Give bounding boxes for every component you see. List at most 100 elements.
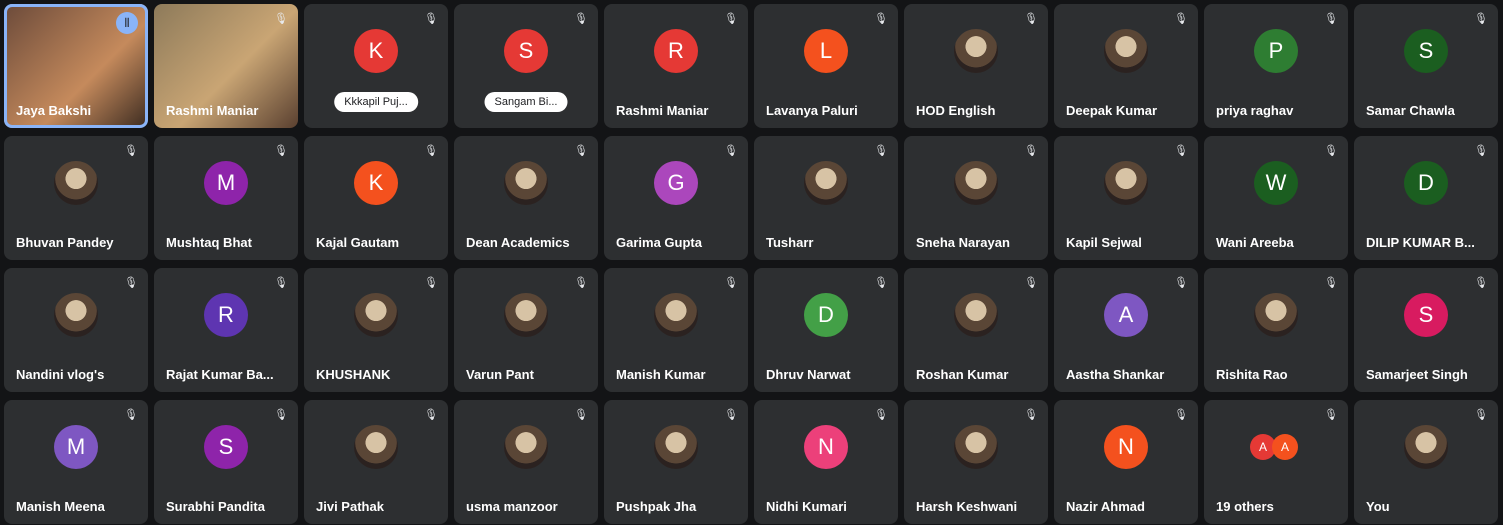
avatar <box>954 161 998 206</box>
participant-tile[interactable]: 🎙 Nandini vlog's <box>4 268 148 392</box>
participant-tile[interactable]: L 🎙 Lavanya Paluri <box>754 4 898 128</box>
participant-name: Rashmi Maniar <box>616 103 709 118</box>
participant-name: Aastha Shankar <box>1066 367 1165 382</box>
participant-tile[interactable]: 🎙 You <box>1354 400 1498 524</box>
participant-name: Varun Pant <box>466 367 534 382</box>
participant-tile[interactable]: R 🎙 Rashmi Maniar <box>604 4 748 128</box>
mic-off-icon: 🎙 <box>1174 13 1188 25</box>
participant-tile[interactable]: N 🎙 Nidhi Kumari <box>754 400 898 524</box>
avatar <box>354 425 398 470</box>
mic-off-icon: 🎙 <box>1174 145 1188 157</box>
others-avatars: AA <box>1250 434 1298 461</box>
participant-tile[interactable]: 🎙 usma manzoor <box>454 400 598 524</box>
participant-tile[interactable]: 🎙 Deepak Kumar <box>1054 4 1198 128</box>
avatar <box>1104 29 1148 74</box>
avatar: M <box>54 425 98 470</box>
participant-name: Kapil Sejwal <box>1066 235 1142 250</box>
participant-tile[interactable]: 🎙 Pushpak Jha <box>604 400 748 524</box>
mic-off-icon: 🎙 <box>124 277 138 289</box>
participant-tile[interactable]: ⦀ Jaya Bakshi <box>4 4 148 128</box>
participant-tile[interactable]: N 🎙 Nazir Ahmad <box>1054 400 1198 524</box>
mic-off-icon: 🎙 <box>1024 13 1038 25</box>
mic-off-icon: 🎙 <box>424 145 438 157</box>
participant-tile[interactable]: 🎙 Sneha Narayan <box>904 136 1048 260</box>
participant-tile[interactable]: A A 🎙 19 others <box>1204 400 1348 524</box>
mic-off-icon: 🎙 <box>874 277 888 289</box>
participant-name: Garima Gupta <box>616 235 702 250</box>
participant-name: Rashmi Maniar <box>166 103 259 118</box>
participant-name: Dean Academics <box>466 235 570 250</box>
participant-tile[interactable]: M 🎙 Mushtaq Bhat <box>154 136 298 260</box>
mic-off-icon: 🎙 <box>274 409 288 421</box>
participant-tile[interactable]: 🎙 HOD English <box>904 4 1048 128</box>
avatar: M <box>204 161 248 206</box>
mic-off-icon: 🎙 <box>424 277 438 289</box>
mic-off-icon: 🎙 <box>574 409 588 421</box>
participant-tile[interactable]: S 🎙 Samarjeet Singh <box>1354 268 1498 392</box>
mic-off-icon: 🎙 <box>1324 409 1338 421</box>
participant-name: Tusharr <box>766 235 814 250</box>
participant-tile[interactable]: 🎙 Rashmi Maniar <box>154 4 298 128</box>
mic-off-icon: 🎙 <box>874 13 888 25</box>
mic-off-icon: 🎙 <box>1174 409 1188 421</box>
participant-tile[interactable]: 🎙 Rishita Rao <box>1204 268 1348 392</box>
participant-name: Bhuvan Pandey <box>16 235 114 250</box>
participant-tile[interactable]: D 🎙 DILIP KUMAR B... <box>1354 136 1498 260</box>
avatar: N <box>804 425 848 470</box>
participant-name: Dhruv Narwat <box>766 367 851 382</box>
avatar <box>1254 293 1298 338</box>
participant-tile[interactable]: P 🎙 priya raghav <box>1204 4 1348 128</box>
avatar: K <box>354 29 398 74</box>
mic-off-icon: 🎙 <box>424 409 438 421</box>
participant-tile[interactable]: 🎙 Roshan Kumar <box>904 268 1048 392</box>
avatar: S <box>504 29 548 74</box>
participant-name: Nazir Ahmad <box>1066 499 1145 514</box>
participant-tile[interactable]: 🎙 Kapil Sejwal <box>1054 136 1198 260</box>
mic-off-icon: 🎙 <box>724 277 738 289</box>
avatar <box>504 293 548 338</box>
mic-off-icon: 🎙 <box>1024 409 1038 421</box>
participant-tile[interactable]: A 🎙 Aastha Shankar <box>1054 268 1198 392</box>
participant-name: Lavanya Paluri <box>766 103 858 118</box>
mic-off-icon: 🎙 <box>1474 409 1488 421</box>
avatar: D <box>1404 161 1448 206</box>
participant-name: Jivi Pathak <box>316 499 384 514</box>
participant-tile[interactable]: 🎙 Tusharr <box>754 136 898 260</box>
mic-off-icon: 🎙 <box>724 13 738 25</box>
avatar: D <box>804 293 848 338</box>
participant-name: HOD English <box>916 103 996 118</box>
participant-tile[interactable]: 🎙 KHUSHANK <box>304 268 448 392</box>
participant-tile[interactable]: K 🎙 Kajal Gautam <box>304 136 448 260</box>
participant-name: Rishita Rao <box>1216 367 1288 382</box>
participant-tile[interactable]: 🎙 Manish Kumar <box>604 268 748 392</box>
participant-tile[interactable]: K 🎙 Kkkapil Puj... <box>304 4 448 128</box>
participant-tile[interactable]: R 🎙 Rajat Kumar Ba... <box>154 268 298 392</box>
participant-tile[interactable]: M 🎙 Manish Meena <box>4 400 148 524</box>
avatar: N <box>1104 425 1148 470</box>
participant-name: Mushtaq Bhat <box>166 235 252 250</box>
participant-tile[interactable]: 🎙 Dean Academics <box>454 136 598 260</box>
avatar <box>504 161 548 206</box>
participant-tile[interactable]: S 🎙 Samar Chawla <box>1354 4 1498 128</box>
participant-name: Sneha Narayan <box>916 235 1010 250</box>
participant-tile[interactable]: D 🎙 Dhruv Narwat <box>754 268 898 392</box>
participant-tile[interactable]: 🎙 Bhuvan Pandey <box>4 136 148 260</box>
participant-tile[interactable]: G 🎙 Garima Gupta <box>604 136 748 260</box>
participant-tile[interactable]: S 🎙 Sangam Bi... <box>454 4 598 128</box>
participant-name: Nidhi Kumari <box>766 499 847 514</box>
avatar: P <box>1254 29 1298 74</box>
participant-name: You <box>1366 499 1390 514</box>
participant-tile[interactable]: S 🎙 Surabhi Pandita <box>154 400 298 524</box>
participant-tile[interactable]: 🎙 Harsh Keshwani <box>904 400 1048 524</box>
participant-name: Surabhi Pandita <box>166 499 265 514</box>
avatar: L <box>804 29 848 74</box>
participant-tile[interactable]: W 🎙 Wani Areeba <box>1204 136 1348 260</box>
participant-tile[interactable]: 🎙 Jivi Pathak <box>304 400 448 524</box>
participant-name: Deepak Kumar <box>1066 103 1158 118</box>
avatar <box>1404 425 1448 470</box>
participant-tile[interactable]: 🎙 Varun Pant <box>454 268 598 392</box>
presenting-name-pill: Kkkapil Puj... <box>334 92 418 112</box>
participant-name: Harsh Keshwani <box>916 499 1018 514</box>
mic-off-icon: 🎙 <box>274 13 288 25</box>
participant-name: Kajal Gautam <box>316 235 400 250</box>
